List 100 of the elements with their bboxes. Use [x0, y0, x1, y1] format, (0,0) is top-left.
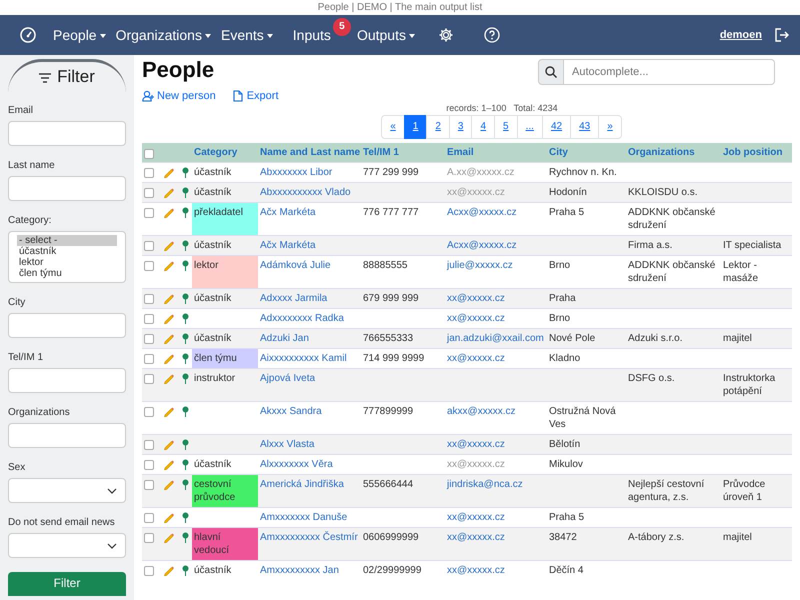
help-icon[interactable]: [484, 27, 500, 43]
pencil-icon[interactable]: [163, 207, 174, 218]
person-name-link[interactable]: Abxxxxxxx Libor: [260, 167, 332, 178]
row-checkbox[interactable]: [144, 566, 154, 576]
text-field[interactable]: [8, 176, 126, 201]
list-option[interactable]: - select -: [17, 235, 117, 246]
row-checkbox[interactable]: [144, 533, 154, 544]
row-checkbox[interactable]: [144, 168, 154, 178]
pencil-icon[interactable]: [163, 512, 174, 524]
autocomplete-field[interactable]: Autocomplete...: [564, 59, 775, 85]
pencil-icon[interactable]: [163, 240, 174, 252]
row-checkbox[interactable]: [144, 334, 154, 344]
person-name-link[interactable]: Alxxxxxxxx Věra: [260, 459, 333, 470]
page-link[interactable]: 1: [404, 114, 428, 139]
email-link[interactable]: xx@xxxxx.cz: [447, 459, 505, 470]
pencil-icon[interactable]: [163, 479, 174, 490]
nav-menu-item[interactable]: Organizations: [110, 26, 216, 44]
user-name-link[interactable]: demoen: [720, 28, 762, 42]
person-name-link[interactable]: Adámková Julie: [260, 260, 331, 272]
email-link[interactable]: Acxx@xxxxx.cz: [447, 207, 517, 218]
text-field[interactable]: [8, 121, 126, 146]
column-header[interactable]: Organizations: [626, 142, 721, 163]
row-checkbox[interactable]: [144, 188, 154, 198]
page-link[interactable]: 2: [426, 114, 450, 139]
field-label: Tel/IM 1: [8, 352, 44, 364]
row-checkbox[interactable]: [144, 208, 154, 218]
pencil-icon[interactable]: [163, 260, 174, 272]
pencil-icon[interactable]: [163, 313, 174, 324]
email-link[interactable]: xx@xxxxx.cz: [447, 565, 505, 576]
email-link[interactable]: xx@xxxxx.cz: [447, 532, 505, 544]
pencil-icon[interactable]: [163, 167, 174, 178]
pencil-icon[interactable]: [163, 353, 174, 364]
select-field[interactable]: [8, 533, 126, 558]
action-link[interactable]: New person: [142, 89, 216, 104]
list-option[interactable]: člen týmu: [17, 268, 117, 279]
table-cell: Rychnov n. Kn.: [549, 167, 617, 178]
row-checkbox[interactable]: [144, 513, 154, 524]
column-header[interactable]: Job position: [721, 142, 792, 163]
list-option[interactable]: účastník: [17, 246, 117, 257]
row-checkbox[interactable]: [144, 241, 154, 252]
pencil-icon[interactable]: [163, 187, 174, 198]
email-link[interactable]: xx@xxxxx.cz: [447, 353, 505, 364]
email-link[interactable]: xx@xxxxx.cz: [447, 512, 505, 524]
page-link[interactable]: 5: [494, 114, 518, 139]
gauge-icon[interactable]: [20, 27, 36, 43]
filter-button[interactable]: Filter: [8, 572, 126, 596]
text-field[interactable]: [8, 423, 126, 448]
page-link[interactable]: »: [598, 114, 622, 139]
pencil-icon[interactable]: [163, 565, 174, 576]
email-link[interactable]: julie@xxxxx.cz: [447, 260, 513, 272]
list-option[interactable]: lektor: [17, 257, 117, 268]
email-link[interactable]: xx@xxxxx.cz: [447, 313, 505, 324]
page-link[interactable]: 4: [471, 114, 496, 139]
column-header[interactable]: Category: [192, 142, 258, 163]
row-checkbox[interactable]: [144, 407, 154, 418]
row-checkbox[interactable]: [144, 261, 154, 272]
column-header[interactable]: Tel/IM 1: [361, 142, 445, 163]
action-link[interactable]: Export: [232, 89, 278, 104]
person-name-link[interactable]: Ajpová Iveta: [260, 373, 316, 384]
person-name-link[interactable]: Akxxx Sandra: [260, 406, 322, 418]
person-name-link[interactable]: Amxxxxxxxxx Jan: [260, 565, 339, 576]
pencil-icon[interactable]: [163, 459, 174, 470]
row-checkbox[interactable]: [144, 314, 154, 324]
person-name-link[interactable]: Adxxxxxxxx Radka: [260, 313, 344, 324]
row-checkbox[interactable]: [144, 354, 154, 364]
nav-menu-item[interactable]: Outputs: [352, 26, 420, 44]
logout-icon[interactable]: [774, 27, 790, 43]
pencil-icon[interactable]: [163, 373, 174, 384]
page-link[interactable]: ...: [516, 114, 543, 139]
pencil-icon[interactable]: [163, 532, 174, 544]
page-link[interactable]: «: [381, 114, 405, 139]
person-name-link[interactable]: Ačx Markéta: [260, 207, 316, 218]
search-button[interactable]: [538, 59, 564, 85]
pencil-icon[interactable]: [163, 293, 174, 304]
email-link[interactable]: akxx@xxxxx.cz: [447, 406, 516, 418]
person-name-link[interactable]: Amxxxxxxx Danuše: [260, 512, 348, 524]
pencil-icon[interactable]: [163, 333, 174, 344]
select-all-checkbox[interactable]: [144, 148, 154, 159]
person-name-link[interactable]: Aixxxxxxxxxx Kamil: [260, 353, 347, 364]
pencil-icon[interactable]: [163, 439, 174, 450]
column-header[interactable]: City: [547, 142, 626, 163]
nav-menu-item[interactable]: Events: [216, 26, 278, 44]
row-checkbox[interactable]: [144, 374, 154, 384]
nav-menu-item[interactable]: People: [48, 26, 111, 44]
page-link[interactable]: 3: [448, 114, 472, 139]
text-field[interactable]: [8, 368, 126, 393]
pencil-icon[interactable]: [163, 406, 174, 418]
row-checkbox[interactable]: [144, 440, 154, 450]
row-checkbox[interactable]: [144, 460, 154, 470]
column-header[interactable]: Name and Last name: [258, 142, 361, 163]
column-header[interactable]: Email: [445, 142, 547, 163]
email-link[interactable]: A.xx@xxxxx.cz: [447, 167, 514, 178]
select-field[interactable]: [8, 478, 126, 503]
row-checkbox[interactable]: [144, 294, 154, 304]
category-list[interactable]: - select - účastník lektor člen týmu: [8, 231, 126, 283]
page-link[interactable]: 42: [542, 114, 572, 139]
row-checkbox[interactable]: [144, 480, 154, 490]
page-link[interactable]: 43: [570, 114, 600, 139]
text-field[interactable]: [8, 313, 126, 338]
settings-icon[interactable]: [438, 27, 454, 43]
